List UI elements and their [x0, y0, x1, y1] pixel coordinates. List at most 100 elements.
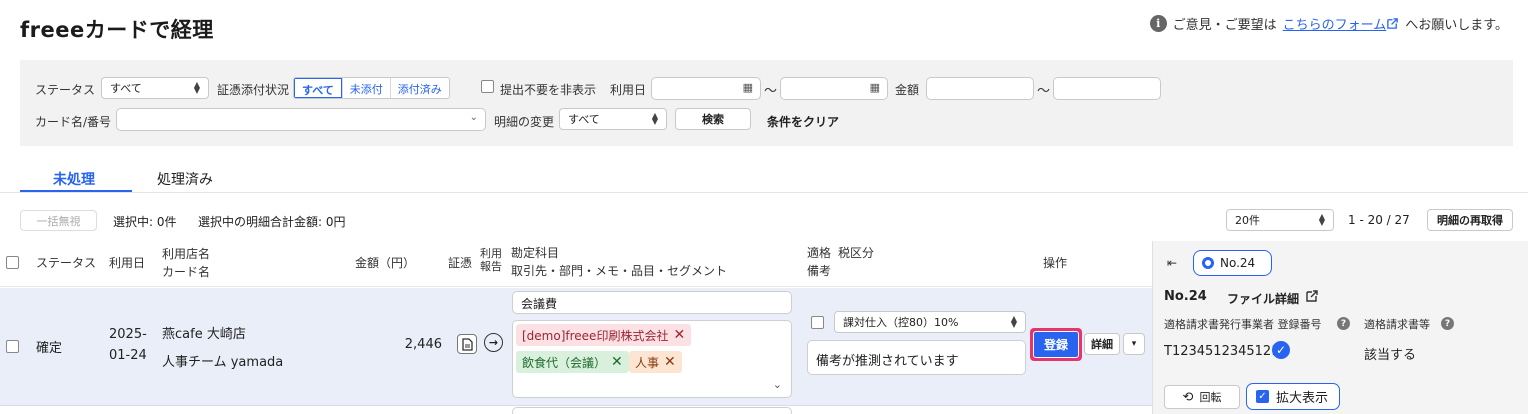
remarks-textarea[interactable]: 備考が推測されています — [807, 340, 1026, 375]
row-shop: 燕cafe 大崎店 — [162, 327, 246, 342]
card-select[interactable]: ⌄ — [116, 108, 486, 131]
tag-chip: 飲食代（会議） ✕ — [516, 351, 629, 373]
rotate-label: 回転 — [1199, 391, 1222, 404]
evidence-option-all[interactable]: すべて — [294, 78, 342, 98]
help-icon[interactable]: ? — [1441, 317, 1454, 330]
feedback-notice: i ご意見・ご要望は こちらのフォーム へお願いします。 — [1149, 14, 1508, 33]
feedback-suffix: へお願いします。 — [1405, 18, 1508, 33]
info-icon: i — [1149, 15, 1167, 32]
verified-check-icon: ✓ — [1272, 341, 1290, 359]
col-evidence: 証憑 — [448, 256, 473, 270]
status-select[interactable]: すべて ▲ ▼ — [101, 77, 209, 99]
tag-chip: [demo]freee印刷株式会社 ✕ — [516, 324, 692, 346]
col-status: ステータス — [36, 256, 97, 270]
per-page-select[interactable]: 20件 ▲ ▼ — [1226, 209, 1334, 231]
close-icon[interactable]: ✕ — [673, 327, 685, 343]
amount-range-tilde: 〜 — [1037, 84, 1051, 99]
qualified-checkbox[interactable] — [811, 316, 824, 329]
evidence-filter-label: 証憑添付状況 — [217, 83, 290, 97]
col-usage-report-line2: 報告 — [480, 260, 502, 273]
col-usage-report-line1: 利用 — [480, 247, 502, 260]
detail-button[interactable]: 詳細 — [1084, 333, 1120, 355]
updown-icon: ▲ ▼ — [1010, 314, 1017, 329]
use-date-label: 利用日 — [610, 83, 647, 97]
file-number: No.24 — [1164, 289, 1207, 304]
updown-icon: ▲ ▼ — [1318, 212, 1325, 227]
collapse-panel-icon[interactable]: ⇤ — [1167, 256, 1177, 270]
change-select[interactable]: すべて ▲ ▼ — [559, 108, 667, 130]
radio-icon — [1202, 257, 1214, 269]
tab-unprocessed[interactable]: 未処理 — [53, 169, 95, 189]
search-button[interactable]: 検索 — [675, 108, 751, 130]
tab-divider — [0, 192, 1528, 193]
invoice-label: 適格請求書等 — [1364, 318, 1430, 331]
amount-min-input[interactable] — [926, 77, 1034, 100]
date-from-input[interactable]: ▦ — [651, 77, 761, 100]
zoom-label: 拡大表示 — [1276, 391, 1329, 406]
tab-processed[interactable]: 処理済み — [157, 169, 213, 189]
file-detail-link[interactable]: ファイル詳細 — [1227, 290, 1299, 307]
tag-chip: 人事 ✕ — [629, 351, 682, 373]
row-date-md: 01-24 — [109, 348, 147, 363]
tax-value: 課対仕入（控80）10% — [843, 316, 959, 329]
external-link-icon[interactable] — [1305, 289, 1319, 303]
row-checkbox[interactable] — [6, 340, 19, 353]
register-button-highlight: 登録 — [1030, 328, 1082, 361]
col-date: 利用日 — [109, 256, 146, 270]
hide-unneeded-checkbox[interactable] — [481, 80, 494, 93]
arrow-right-circle-icon[interactable]: → — [484, 333, 503, 352]
card-filter-label: カード名/番号 — [35, 115, 112, 129]
refetch-button[interactable]: 明細の再取得 — [1427, 209, 1513, 231]
close-icon[interactable]: ✕ — [664, 354, 676, 370]
external-link-icon[interactable] — [1386, 17, 1399, 30]
filter-panel — [20, 60, 1513, 146]
select-all-checkbox[interactable] — [6, 256, 19, 269]
remarks-value: 備考が推測されています — [816, 354, 959, 369]
col-tax: 税区分 — [838, 246, 875, 260]
evidence-option-attached[interactable]: 添付済み — [389, 78, 449, 98]
file-selector-label: No.24 — [1220, 256, 1256, 270]
col-card: カード名 — [162, 265, 211, 279]
registration-number: T1234512345121 — [1164, 344, 1280, 359]
rotate-button[interactable]: ⟲ 回転 — [1164, 385, 1240, 409]
clear-conditions-button[interactable]: 条件をクリア — [767, 113, 839, 130]
next-row-account-input[interactable] — [512, 407, 792, 414]
zoom-toggle[interactable]: ✓ 拡大表示 — [1246, 383, 1340, 410]
pagination-range: 1 - 20 / 27 — [1348, 213, 1410, 227]
feedback-form-link[interactable]: こちらのフォーム — [1283, 14, 1387, 33]
calendar-icon[interactable]: ▦ — [870, 81, 880, 94]
updown-icon: ▲ ▼ — [193, 80, 200, 95]
chevron-down-icon: ⌄ — [469, 112, 478, 123]
register-button[interactable]: 登録 — [1033, 331, 1079, 358]
date-range-tilde: 〜 — [764, 84, 778, 99]
close-icon[interactable]: ✕ — [611, 354, 623, 370]
date-to-input[interactable]: ▦ — [780, 77, 888, 100]
file-selector[interactable]: No.24 — [1193, 250, 1272, 276]
invoice-applicable: 該当する — [1364, 348, 1417, 363]
tag-label: 人事 — [635, 355, 660, 370]
issuer-label: 適格請求書発行事業者 登録番号 — [1164, 318, 1322, 331]
feedback-prefix: ご意見・ご要望は — [1172, 18, 1277, 33]
checkbox-checked-icon: ✓ — [1256, 390, 1269, 403]
row-status: 確定 — [36, 341, 63, 356]
page-title: freeeカードで経理 — [20, 18, 214, 42]
help-icon[interactable]: ? — [1337, 317, 1350, 330]
row-card: 人事チーム yamada — [162, 355, 284, 370]
calendar-icon[interactable]: ▦ — [743, 81, 753, 94]
tax-select[interactable]: 課対仕入（控80）10% ▲ ▼ — [834, 311, 1026, 333]
amount-max-input[interactable] — [1053, 77, 1161, 100]
account-input[interactable]: 会議費 — [512, 291, 792, 314]
rotate-icon: ⟲ — [1182, 389, 1194, 405]
hide-unneeded-label: 提出不要を非表示 — [500, 83, 597, 97]
chevron-down-icon[interactable]: ⌄ — [773, 378, 782, 391]
more-dropdown-button[interactable]: ▾ — [1123, 333, 1145, 355]
evidence-segmented-control: すべて 未添付 添付済み — [293, 77, 450, 99]
change-filter-label: 明細の変更 — [494, 115, 555, 129]
col-amount: 金額（円） — [355, 256, 416, 270]
document-icon[interactable] — [457, 334, 477, 354]
row-date-year: 2025- — [109, 327, 147, 342]
updown-icon: ▲ ▼ — [651, 111, 658, 126]
bulk-ignore-button[interactable]: 一括無視 — [20, 210, 97, 231]
change-select-value: すべて — [568, 113, 600, 126]
evidence-option-unattached[interactable]: 未添付 — [341, 78, 390, 98]
